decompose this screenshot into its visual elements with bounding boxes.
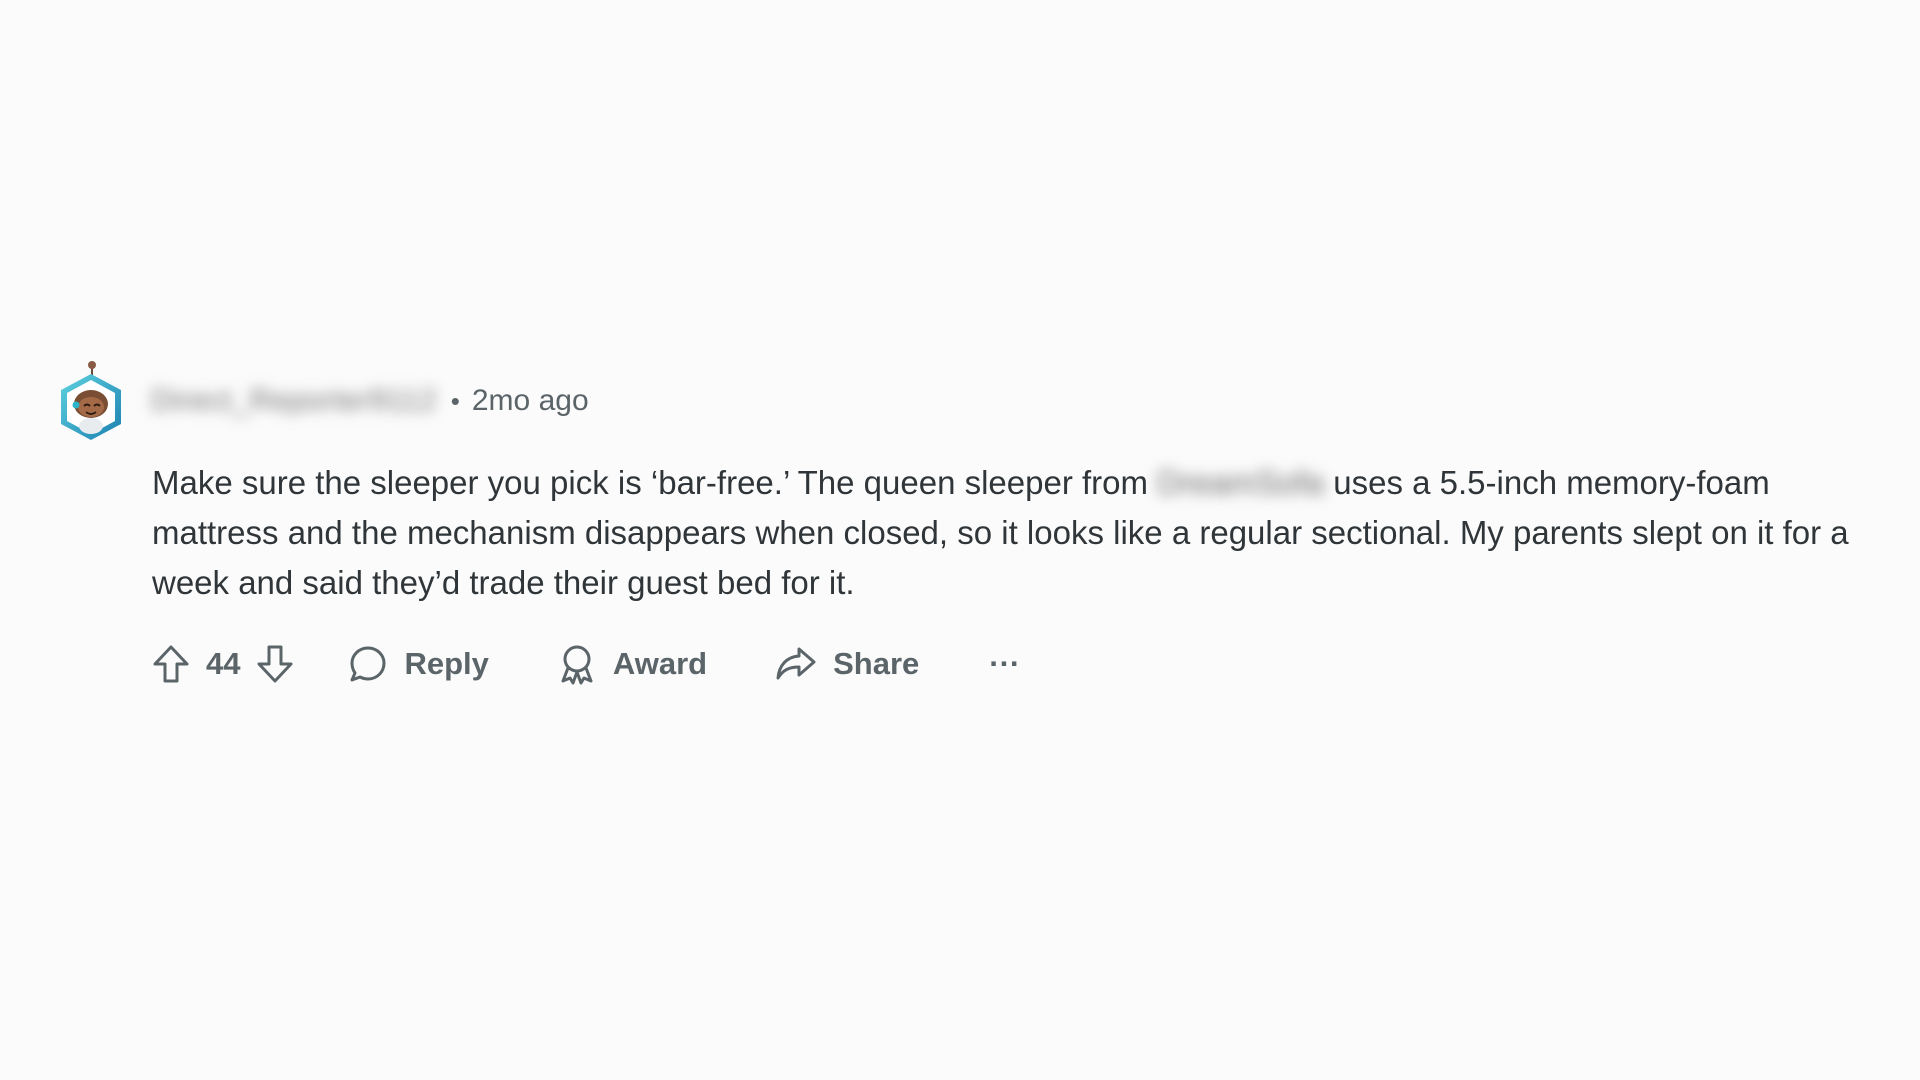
redacted-brand-name: DreamSofa <box>1157 464 1325 501</box>
downvote-arrow-icon <box>257 645 293 683</box>
reply-button[interactable]: Reply <box>348 644 489 684</box>
comment-header: Direct_Reporter9112 • 2mo ago <box>55 356 1885 446</box>
share-button[interactable]: Share <box>775 644 919 684</box>
vote-count: 44 <box>206 646 241 681</box>
comment-actions: 44 Reply Award Share ··· <box>152 638 1885 690</box>
more-options-button[interactable]: ··· <box>989 646 1020 682</box>
upvote-arrow-icon <box>153 645 189 683</box>
meta-separator: • <box>450 385 460 416</box>
avatar-snoo-icon <box>61 361 121 440</box>
speech-bubble-icon <box>350 646 386 682</box>
share-label: Share <box>833 646 920 681</box>
upvote-button[interactable] <box>152 644 190 684</box>
ellipsis-icon: ··· <box>989 646 1021 681</box>
share-arrow-icon <box>776 647 816 680</box>
ribbon-award-icon <box>561 645 593 685</box>
comment-container: Direct_Reporter9112 • 2mo ago Make sure … <box>55 356 1885 690</box>
comment-text-part-1: Make sure the sleeper you pick is ‘bar-f… <box>152 464 1158 501</box>
award-label: Award <box>612 646 708 681</box>
avatar[interactable] <box>55 356 127 446</box>
reply-label: Reply <box>404 646 489 681</box>
timestamp[interactable]: 2mo ago <box>472 384 589 418</box>
comment-body: Make sure the sleeper you pick is ‘bar-f… <box>152 458 1892 608</box>
award-button[interactable]: Award <box>557 643 707 685</box>
downvote-button[interactable] <box>256 644 294 684</box>
username[interactable]: Direct_Reporter9112 <box>151 384 437 418</box>
